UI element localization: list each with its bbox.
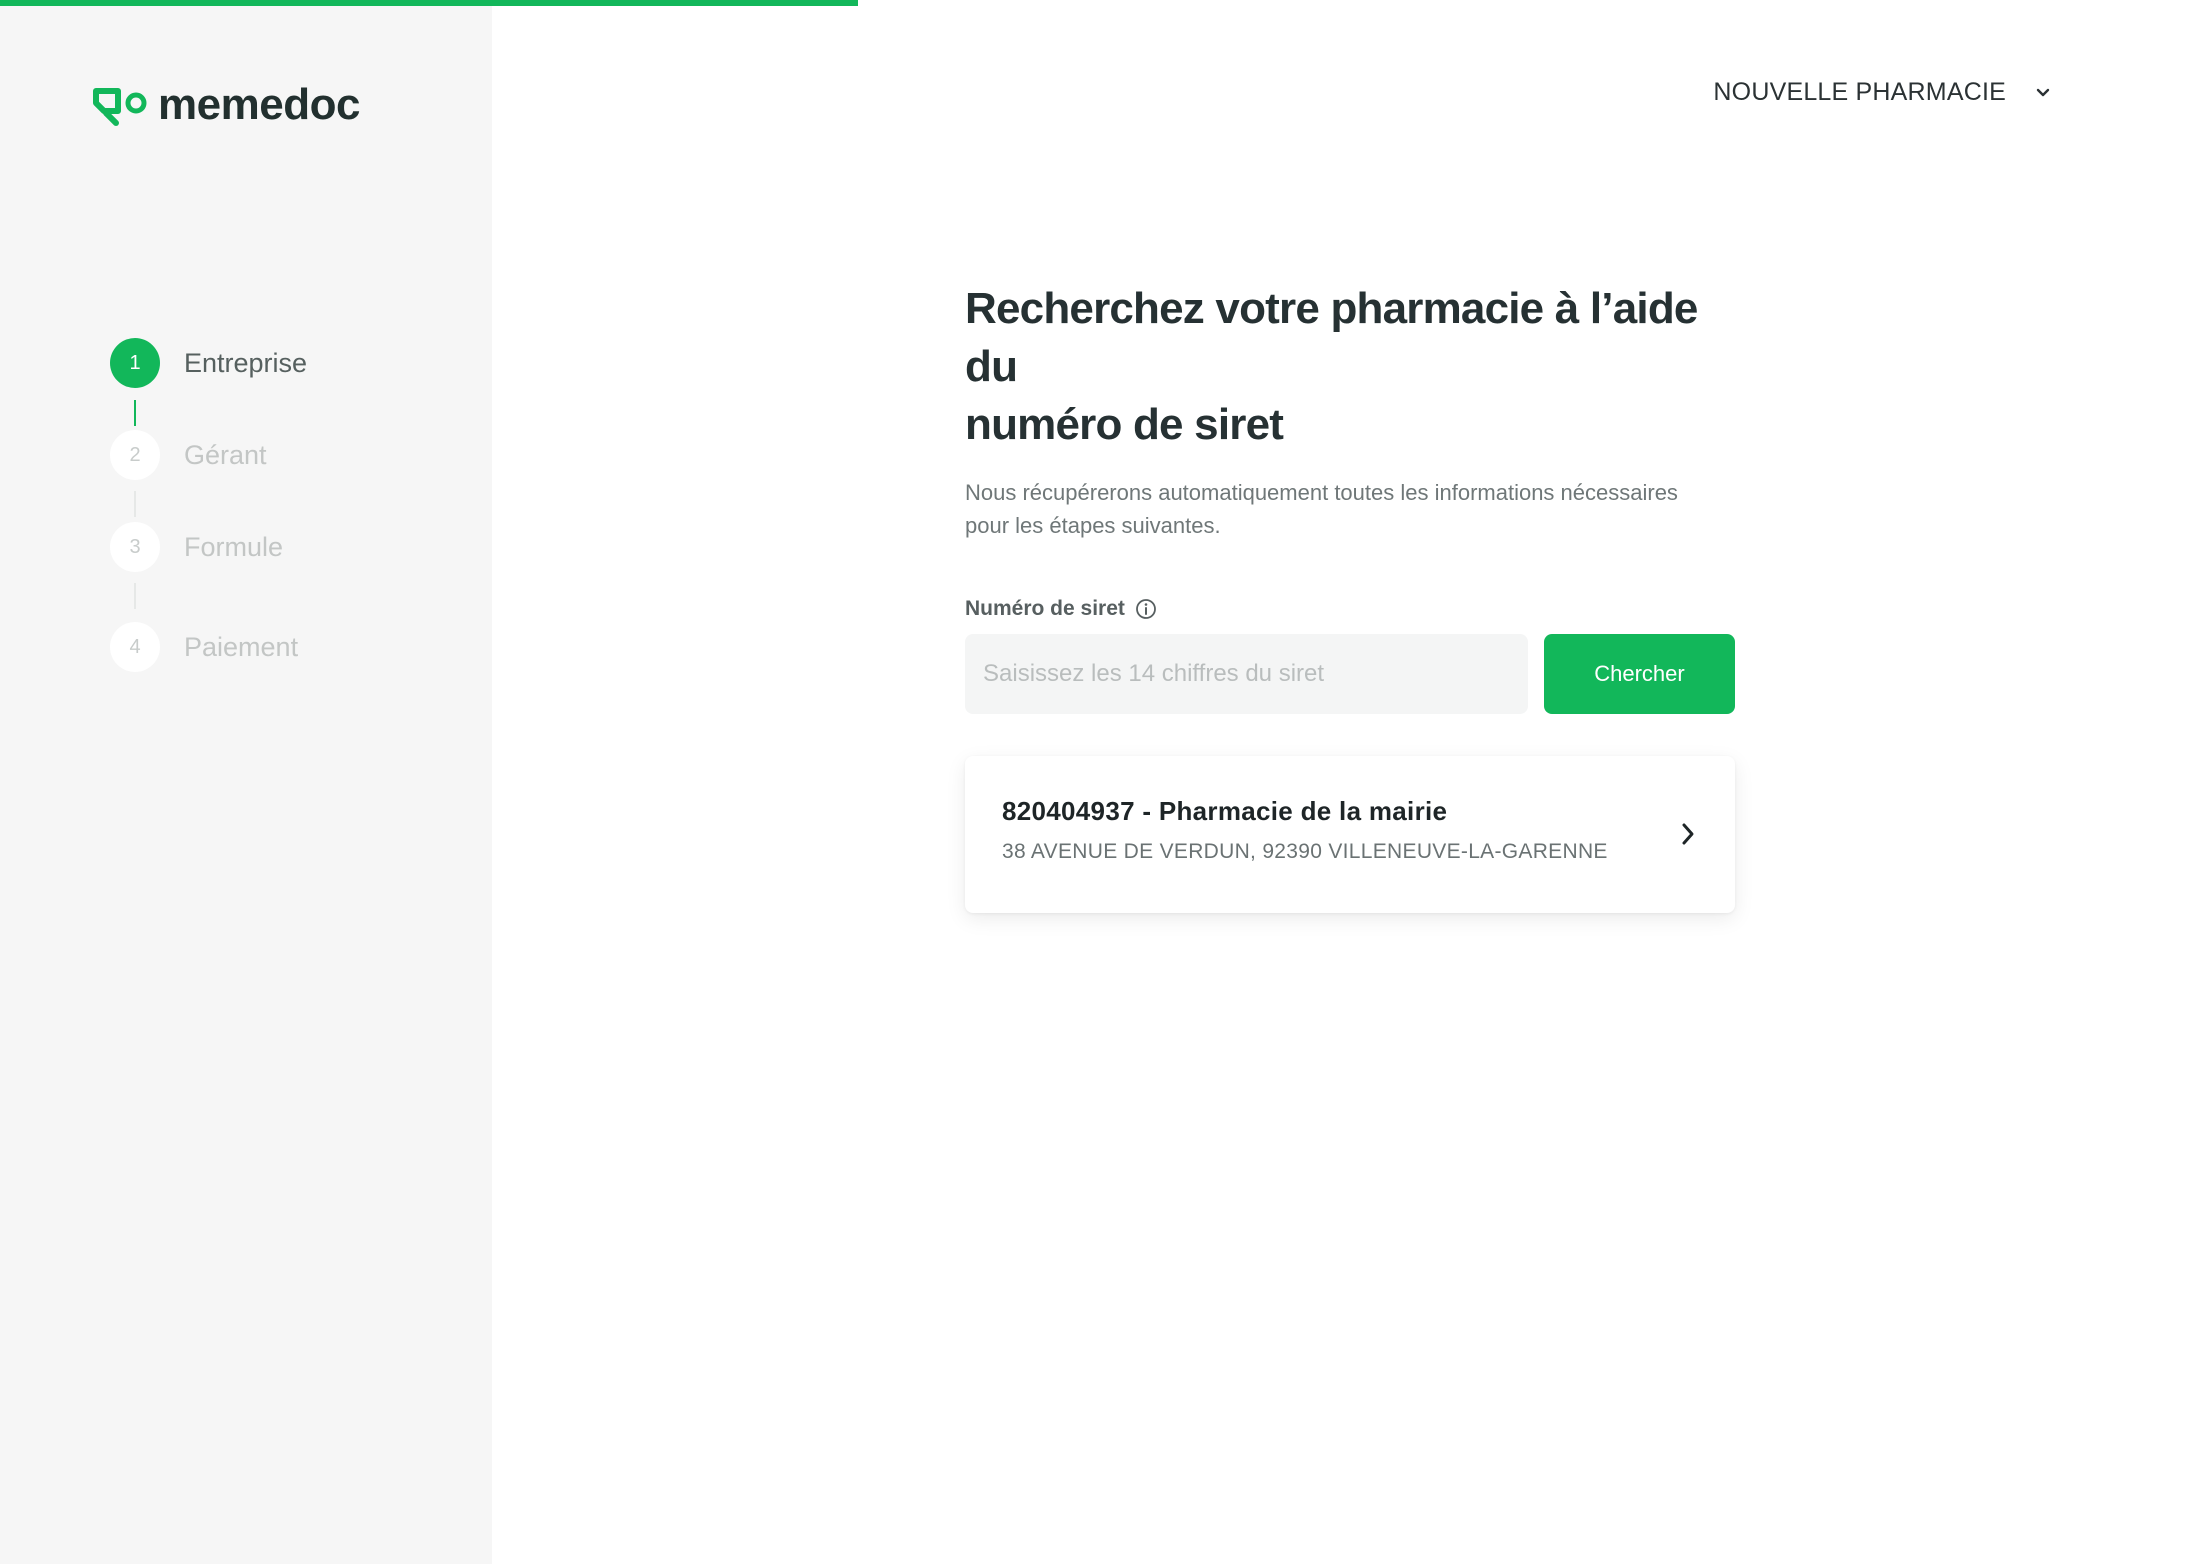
step-entreprise[interactable]: 1 Entreprise (110, 338, 307, 388)
subtitle-line-1: Nous récupérerons automatiquement toutes… (965, 480, 1678, 505)
pharmacy-select-label: NOUVELLE PHARMACIE (1713, 78, 2006, 106)
step-label: Entreprise (184, 347, 308, 378)
step-connector (134, 583, 136, 609)
title-line-1: Recherchez votre pharmacie à l’aide du (965, 284, 1698, 391)
siret-label: Numéro de siret (965, 597, 1735, 621)
step-paiement[interactable]: 4 Paiement (110, 622, 298, 672)
step-number: 3 (110, 522, 160, 572)
brand-logo[interactable]: memedoc (92, 80, 360, 130)
chevron-right-icon (1682, 823, 1694, 845)
subtitle-line-2: pour les étapes suivantes. (965, 513, 1221, 538)
main-content: Recherchez votre pharmacie à l’aide du n… (965, 280, 1735, 913)
pharmacy-select[interactable]: NOUVELLE PHARMACIE (1713, 78, 2050, 107)
page-title: Recherchez votre pharmacie à l’aide du n… (965, 280, 1735, 454)
step-connector (134, 400, 136, 426)
search-button[interactable]: Chercher (1544, 634, 1735, 714)
result-title: 820404937 - Pharmacie de la mairie (1002, 796, 1448, 826)
step-number: 4 (110, 622, 160, 672)
brand-name: memedoc (158, 80, 360, 129)
siret-label-text: Numéro de siret (965, 597, 1125, 620)
chevron-down-icon (2036, 88, 2050, 97)
result-address: 38 AVENUE DE VERDUN, 92390 VILLENEUVE-LA… (1002, 840, 1608, 863)
siret-search-row: Chercher (965, 634, 1735, 714)
info-icon[interactable] (1135, 598, 1157, 620)
page-subtitle: Nous récupérerons automatiquement toutes… (965, 476, 1735, 542)
memedoc-logo-icon (93, 88, 147, 126)
step-label: Paiement (184, 631, 299, 662)
progress-bar (0, 0, 2200, 6)
title-line-2: numéro de siret (965, 400, 1284, 449)
step-number: 2 (110, 430, 160, 480)
sidebar: memedoc 1 Entreprise 2 Gérant 3 Formule … (0, 0, 492, 1564)
step-connector (134, 491, 136, 517)
step-gerant[interactable]: 2 Gérant (110, 430, 267, 480)
step-number: 1 (110, 338, 160, 388)
step-label: Gérant (184, 439, 267, 470)
siret-input[interactable] (965, 634, 1528, 714)
step-label: Formule (184, 531, 284, 562)
progress-fill (0, 0, 858, 6)
search-result-card[interactable]: 820404937 - Pharmacie de la mairie 38 AV… (965, 756, 1735, 913)
step-formule[interactable]: 3 Formule (110, 522, 283, 572)
